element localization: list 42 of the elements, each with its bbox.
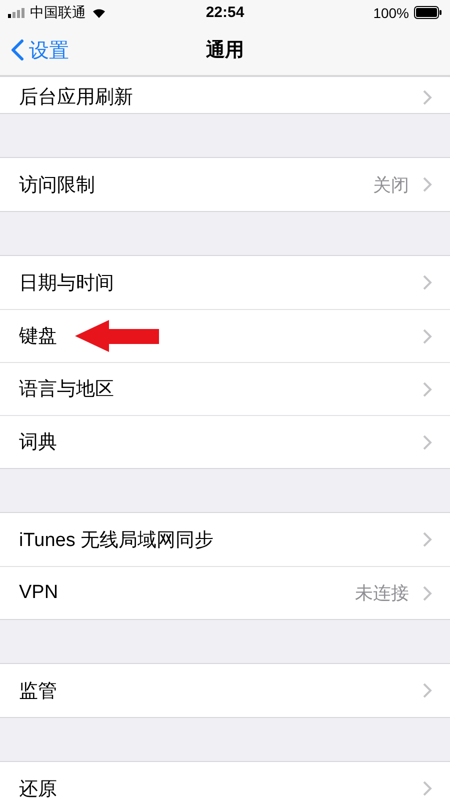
settings-row[interactable]: iTunes 无线局域网同步 xyxy=(0,513,450,566)
settings-row[interactable]: 后台应用刷新 xyxy=(0,77,450,113)
settings-row[interactable]: 键盘 xyxy=(0,309,450,362)
chevron-icon xyxy=(423,275,432,290)
row-value: 未连接 xyxy=(355,582,409,605)
row-label: 访问限制 xyxy=(19,174,95,198)
chevron-icon xyxy=(423,683,432,698)
chevron-icon xyxy=(423,177,432,192)
chevron-icon xyxy=(423,781,432,796)
row-label: 监管 xyxy=(19,680,57,704)
settings-row[interactable]: 访问限制 关闭 xyxy=(0,158,450,211)
chevron-icon xyxy=(423,586,432,600)
row-label: 词典 xyxy=(19,431,57,455)
chevron-icon xyxy=(423,382,432,396)
settings-row[interactable]: 监管 xyxy=(0,664,450,717)
carrier-name: 中国联通 xyxy=(30,4,86,22)
row-label: 后台应用刷新 xyxy=(19,86,133,110)
arrow-icon xyxy=(75,320,159,352)
row-label: 日期与时间 xyxy=(19,272,114,296)
chevron-icon xyxy=(423,90,432,104)
row-label: 语言与地区 xyxy=(19,378,114,402)
battery-percent: 100% xyxy=(373,4,409,20)
status-time: 22:54 xyxy=(206,4,244,21)
signal-icon xyxy=(8,8,25,18)
page-title: 通用 xyxy=(206,38,244,63)
settings-row[interactable]: 语言与地区 xyxy=(0,362,450,415)
row-label: VPN xyxy=(19,582,58,604)
settings-row[interactable]: VPN 未连接 xyxy=(0,566,450,619)
chevron-icon xyxy=(423,532,432,547)
chevron-icon xyxy=(423,434,432,450)
settings-row[interactable]: 还原 xyxy=(0,762,450,800)
settings-row[interactable]: 词典 xyxy=(0,415,450,468)
row-label: iTunes 无线局域网同步 xyxy=(19,528,214,552)
row-label: 还原 xyxy=(19,778,57,800)
row-label: 键盘 xyxy=(19,325,57,349)
wifi-icon xyxy=(91,6,107,18)
settings-row[interactable]: 日期与时间 xyxy=(0,256,450,309)
chevron-icon xyxy=(423,328,432,344)
battery-icon xyxy=(414,6,442,19)
back-chevron-icon xyxy=(11,39,24,61)
row-value: 关闭 xyxy=(373,174,409,196)
back-button[interactable]: 设置 xyxy=(0,36,69,64)
